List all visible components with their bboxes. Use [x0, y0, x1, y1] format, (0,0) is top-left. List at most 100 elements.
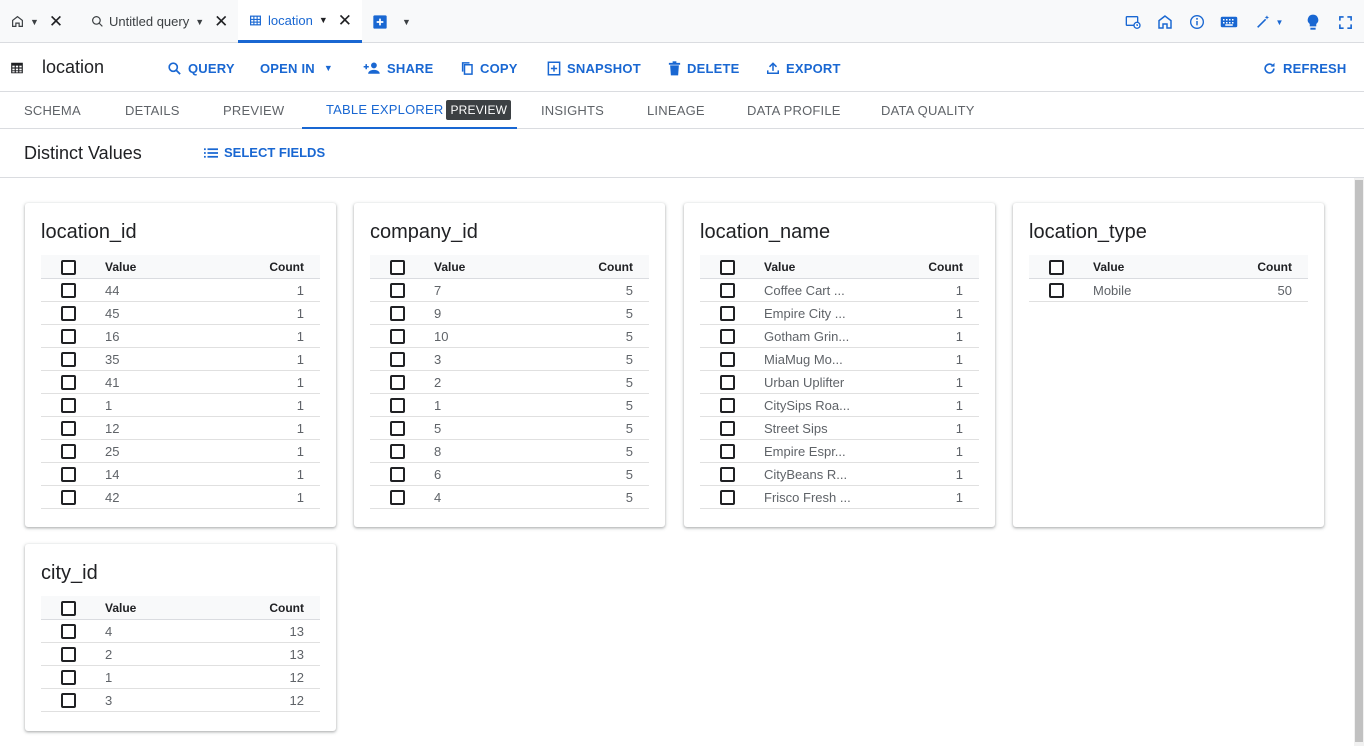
table-row[interactable]: 10 5 [370, 325, 649, 348]
select-all-checkbox[interactable] [1049, 260, 1064, 275]
row-checkbox[interactable] [61, 624, 76, 639]
table-row[interactable]: Coffee Cart ... 1 [700, 279, 979, 302]
row-checkbox[interactable] [390, 398, 405, 413]
row-checkbox[interactable] [390, 306, 405, 321]
table-row[interactable]: Mobile 50 [1029, 279, 1308, 302]
row-checkbox[interactable] [390, 444, 405, 459]
close-icon[interactable]: ✕ [214, 13, 228, 30]
close-icon[interactable]: ✕ [338, 12, 352, 29]
scrollbar-thumb[interactable] [1355, 180, 1363, 742]
refresh-button[interactable]: REFRESH [1262, 60, 1347, 76]
table-row[interactable]: 14 1 [41, 463, 320, 486]
open-in-button[interactable]: OPEN IN ▼ [260, 60, 333, 76]
tab-details[interactable]: DETAILS [125, 92, 180, 129]
row-checkbox[interactable] [720, 283, 735, 298]
row-checkbox[interactable] [390, 283, 405, 298]
table-row[interactable]: Urban Uplifter 1 [700, 371, 979, 394]
select-all-checkbox[interactable] [390, 260, 405, 275]
row-checkbox[interactable] [720, 490, 735, 505]
share-button[interactable]: SHARE [363, 60, 434, 76]
select-all-checkbox[interactable] [61, 260, 76, 275]
table-row[interactable]: CityBeans R... 1 [700, 463, 979, 486]
table-row[interactable]: Frisco Fresh ... 1 [700, 486, 979, 509]
copy-button[interactable]: COPY [460, 60, 518, 76]
row-checkbox[interactable] [61, 693, 76, 708]
lightbulb-icon[interactable] [1303, 13, 1323, 31]
tab-data-profile[interactable]: DATA PROFILE [747, 92, 841, 129]
row-checkbox[interactable] [1049, 283, 1064, 298]
table-row[interactable]: 16 1 [41, 325, 320, 348]
row-checkbox[interactable] [61, 670, 76, 685]
table-row[interactable]: 12 1 [41, 417, 320, 440]
home-outline-icon[interactable] [1155, 13, 1175, 31]
tab-home[interactable]: ▼ ✕ [10, 0, 75, 43]
tab-location[interactable]: location ▼ ✕ [238, 0, 362, 43]
magic-wand-menu[interactable]: ▼ [1252, 13, 1286, 31]
table-row[interactable]: MiaMug Mo... 1 [700, 348, 979, 371]
select-all-checkbox[interactable] [720, 260, 735, 275]
tab-preview[interactable]: PREVIEW [223, 92, 284, 129]
keyboard-icon[interactable] [1219, 13, 1239, 31]
row-checkbox[interactable] [720, 352, 735, 367]
tab-schema[interactable]: SCHEMA [24, 92, 81, 129]
table-row[interactable]: 45 [370, 486, 649, 509]
table-row[interactable]: 3 12 [41, 689, 320, 712]
row-checkbox[interactable] [61, 283, 76, 298]
table-row[interactable]: Gotham Grin... 1 [700, 325, 979, 348]
snapshot-button[interactable]: SNAPSHOT [547, 60, 641, 76]
tab-untitled-query[interactable]: Untitled query ▼ ✕ [90, 0, 230, 43]
table-row[interactable]: Street Sips 1 [700, 417, 979, 440]
row-checkbox[interactable] [720, 444, 735, 459]
row-checkbox[interactable] [720, 329, 735, 344]
tab-table-explorer[interactable]: TABLE EXPLORER PREVIEW [302, 92, 517, 129]
table-row[interactable]: 85 [370, 440, 649, 463]
table-row[interactable]: 35 [370, 348, 649, 371]
row-checkbox[interactable] [61, 444, 76, 459]
table-row[interactable]: 2 13 [41, 643, 320, 666]
table-row[interactable]: Empire City ... 1 [700, 302, 979, 325]
table-row[interactable]: 95 [370, 302, 649, 325]
select-fields-button[interactable]: SELECT FIELDS [204, 145, 325, 160]
row-checkbox[interactable] [61, 467, 76, 482]
table-row[interactable]: 75 [370, 279, 649, 302]
row-checkbox[interactable] [720, 306, 735, 321]
row-checkbox[interactable] [61, 490, 76, 505]
table-row[interactable]: 1 12 [41, 666, 320, 689]
info-icon[interactable] [1187, 13, 1207, 31]
row-checkbox[interactable] [61, 398, 76, 413]
table-row[interactable]: 25 1 [41, 440, 320, 463]
row-checkbox[interactable] [61, 421, 76, 436]
table-row[interactable]: 11 [41, 394, 320, 417]
chevron-down-icon[interactable]: ▼ [30, 17, 39, 27]
row-checkbox[interactable] [61, 647, 76, 662]
row-checkbox[interactable] [390, 352, 405, 367]
table-row[interactable]: 25 [370, 371, 649, 394]
table-row[interactable]: 44 1 [41, 279, 320, 302]
table-row[interactable]: CitySips Roa... 1 [700, 394, 979, 417]
close-icon[interactable]: ✕ [49, 13, 63, 30]
row-checkbox[interactable] [720, 467, 735, 482]
row-checkbox[interactable] [390, 329, 405, 344]
table-row[interactable]: 45 1 [41, 302, 320, 325]
row-checkbox[interactable] [61, 329, 76, 344]
table-row[interactable]: 55 [370, 417, 649, 440]
fullscreen-icon[interactable] [1335, 13, 1355, 31]
schedule-icon[interactable] [1123, 13, 1143, 31]
row-checkbox[interactable] [390, 467, 405, 482]
chevron-down-icon[interactable]: ▼ [402, 17, 411, 27]
table-row[interactable]: 35 1 [41, 348, 320, 371]
table-row[interactable]: 4 13 [41, 620, 320, 643]
table-row[interactable]: 65 [370, 463, 649, 486]
vertical-scrollbar[interactable] [1354, 178, 1364, 746]
row-checkbox[interactable] [720, 375, 735, 390]
chevron-down-icon[interactable]: ▼ [319, 15, 328, 25]
table-row[interactable]: Empire Espr... 1 [700, 440, 979, 463]
select-all-checkbox[interactable] [61, 601, 76, 616]
row-checkbox[interactable] [61, 306, 76, 321]
chevron-down-icon[interactable]: ▼ [195, 17, 204, 27]
row-checkbox[interactable] [720, 421, 735, 436]
table-row[interactable]: 15 [370, 394, 649, 417]
tab-data-quality[interactable]: DATA QUALITY [881, 92, 975, 129]
delete-button[interactable]: DELETE [668, 60, 739, 76]
table-row[interactable]: 42 1 [41, 486, 320, 509]
